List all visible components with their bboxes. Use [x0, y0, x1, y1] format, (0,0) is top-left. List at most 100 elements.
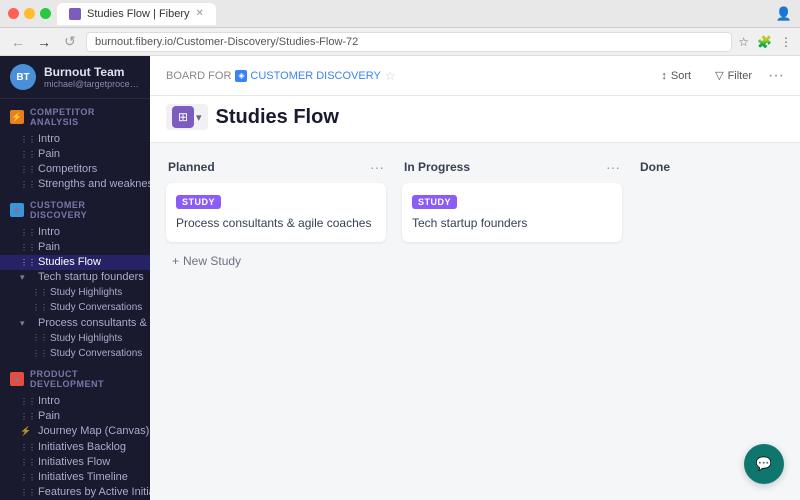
minimize-button[interactable]: [24, 8, 35, 19]
sidebar-item-features[interactable]: Features by Active Initiatives: [0, 485, 150, 500]
new-study-label: New Study: [183, 254, 241, 268]
grid-icon: [32, 348, 44, 360]
grid-icon: [32, 287, 44, 299]
view-selector[interactable]: ⊞ ▾: [166, 104, 208, 130]
customer-section-label: CUSTOMER DISCOVERY: [30, 200, 140, 220]
sidebar-item-intro-competitor[interactable]: Intro: [0, 131, 150, 146]
sidebar-item-label: Pain: [38, 148, 60, 160]
sidebar-item-label: Competitors: [38, 163, 97, 175]
sort-label: Sort: [671, 70, 691, 82]
new-study-button-planned[interactable]: + New Study: [166, 250, 386, 272]
address-bar[interactable]: burnout.fibery.io/Customer-Discovery/Stu…: [86, 32, 732, 52]
browser-toolbar-icons: ☆ 🧩 ⋮: [738, 35, 792, 49]
product-section-icon: ●: [10, 372, 24, 386]
card-title: Process consultants & agile coaches: [176, 215, 376, 232]
tab-title: Studies Flow | Fibery: [87, 8, 190, 20]
toolbar-right: ↕ Sort ▽ Filter ···: [653, 65, 784, 86]
sidebar-section-product: ● PRODUCT DEVELOPMENT: [0, 361, 150, 393]
tab-close-button[interactable]: ✕: [196, 8, 204, 19]
sidebar-item-initiatives-timeline[interactable]: Initiatives Timeline: [0, 470, 150, 485]
sidebar-item-pain-competitor[interactable]: Pain: [0, 146, 150, 161]
card-tech-startup[interactable]: STUDY Tech startup founders: [402, 183, 622, 242]
board-column-in-progress: In Progress ··· STUDY Tech startup found…: [402, 159, 622, 250]
column-title-in-progress: In Progress: [404, 160, 470, 174]
sidebar-item-label: Pain: [38, 410, 60, 422]
address-bar-row: ← → ↺ burnout.fibery.io/Customer-Discove…: [0, 28, 800, 56]
sidebar-item-label: Tech startup founders: [38, 271, 144, 283]
favorite-star-icon[interactable]: ☆: [385, 69, 396, 83]
bookmark-icon[interactable]: ☆: [738, 35, 749, 49]
main-content: BOARD FOR ◈ CUSTOMER DISCOVERY ☆ ↕ Sort …: [150, 56, 800, 500]
sidebar-item-study-highlights-1[interactable]: Study Highlights: [0, 285, 150, 300]
sidebar-item-competitors[interactable]: Competitors: [0, 162, 150, 177]
sidebar-item-label: Features by Active Initiatives: [38, 486, 150, 498]
browser-right-icons: 👤: [776, 6, 792, 22]
breadcrumb-label: CUSTOMER DISCOVERY: [250, 70, 380, 82]
forward-button[interactable]: →: [34, 34, 54, 50]
sidebar-item-pain-product[interactable]: Pain: [0, 409, 150, 424]
board-column-planned: Planned ··· STUDY Process consultants & …: [166, 159, 386, 272]
avatar: BT: [10, 64, 36, 90]
column-header-in-progress: In Progress ···: [402, 159, 622, 175]
chat-support-button[interactable]: 💬: [744, 444, 784, 484]
active-tab[interactable]: Studies Flow | Fibery ✕: [57, 3, 216, 25]
close-button[interactable]: [8, 8, 19, 19]
back-button[interactable]: ←: [8, 34, 28, 50]
top-bar: BOARD FOR ◈ CUSTOMER DISCOVERY ☆ ↕ Sort …: [150, 56, 800, 96]
sidebar-section-customer: ◈ CUSTOMER DISCOVERY: [0, 192, 150, 224]
browser-chrome: Studies Flow | Fibery ✕ 👤: [0, 0, 800, 28]
more-options-icon[interactable]: ···: [768, 67, 784, 85]
chevron-down-icon: [20, 271, 32, 283]
sidebar-item-study-conversations-1[interactable]: Study Conversations: [0, 300, 150, 315]
sidebar-item-tech-startup[interactable]: Tech startup founders: [0, 270, 150, 285]
breadcrumb-text: BOARD FOR: [166, 70, 231, 82]
column-more-planned[interactable]: ···: [370, 159, 384, 175]
filter-icon: ▽: [715, 69, 723, 82]
sidebar-item-journey-map[interactable]: Journey Map (Canvas): [0, 424, 150, 439]
refresh-button[interactable]: ↺: [60, 33, 80, 50]
breadcrumb-link[interactable]: ◈ CUSTOMER DISCOVERY: [235, 70, 380, 82]
column-more-in-progress[interactable]: ···: [606, 159, 620, 175]
traffic-lights: [8, 8, 51, 19]
sidebar-item-intro-customer[interactable]: Intro: [0, 224, 150, 239]
sidebar-item-label: Journey Map (Canvas): [38, 425, 149, 437]
sidebar-item-intro-product[interactable]: Intro: [0, 393, 150, 408]
card-process-consultants[interactable]: STUDY Process consultants & agile coache…: [166, 183, 386, 242]
grid-icon: [20, 226, 32, 238]
grid-icon: [32, 332, 44, 344]
sidebar-item-strengths[interactable]: Strengths and weaknesses: [0, 177, 150, 192]
sidebar-item-label: Strengths and weaknesses: [38, 178, 150, 190]
grid-icon: [20, 410, 32, 422]
maximize-button[interactable]: [40, 8, 51, 19]
sidebar-item-initiatives-backlog[interactable]: Initiatives Backlog: [0, 439, 150, 454]
grid-icon: [20, 256, 32, 268]
sidebar-item-label: Study Highlights: [50, 333, 122, 344]
sidebar-item-study-conversations-2[interactable]: Study Conversations: [0, 346, 150, 361]
grid-icon: [20, 163, 32, 175]
sidebar-item-studies-flow[interactable]: Studies Flow: [0, 255, 150, 270]
product-section-label: PRODUCT DEVELOPMENT: [30, 369, 140, 389]
sidebar-item-label: Intro: [38, 395, 60, 407]
grid-icon: [20, 241, 32, 253]
sidebar-item-label: Study Conversations: [50, 348, 142, 359]
sidebar-header: BT Burnout Team michael@targetprocess.co…: [0, 56, 150, 99]
extensions-icon[interactable]: 🧩: [757, 35, 772, 49]
sidebar-item-initiatives-flow[interactable]: Initiatives Flow: [0, 454, 150, 469]
grid-icon: [20, 148, 32, 160]
sidebar-item-label: Process consultants & agile c...: [38, 317, 150, 329]
column-title-planned: Planned: [168, 160, 215, 174]
competitor-section-icon: ⚡: [10, 110, 24, 124]
grid-icon: [20, 486, 32, 498]
sidebar-item-pain-customer[interactable]: Pain: [0, 239, 150, 254]
competitor-section-label: COMPETITOR ANALYSIS: [30, 107, 140, 127]
column-header-done: Done ···: [638, 159, 800, 175]
page-title: Studies Flow: [216, 106, 339, 129]
sort-button[interactable]: ↕ Sort: [653, 66, 699, 86]
sidebar-item-label: Initiatives Timeline: [38, 471, 128, 483]
filter-button[interactable]: ▽ Filter: [707, 65, 760, 86]
menu-icon[interactable]: ⋮: [780, 35, 792, 49]
sidebar-item-process-consultants[interactable]: Process consultants & agile c...: [0, 316, 150, 331]
grid-icon: [20, 178, 32, 190]
sidebar-item-study-highlights-2[interactable]: Study Highlights: [0, 331, 150, 346]
grid-icon: [32, 302, 44, 314]
